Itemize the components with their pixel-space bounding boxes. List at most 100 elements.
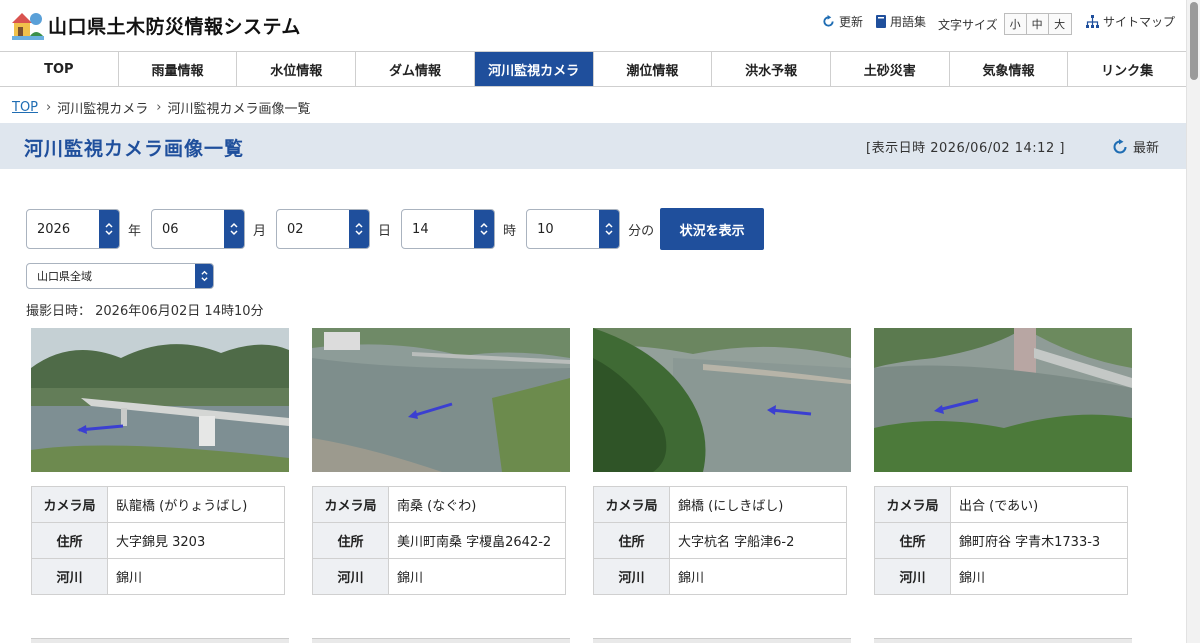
river-label: 河川 bbox=[593, 558, 670, 595]
sitemap-link[interactable]: サイトマップ bbox=[1086, 13, 1175, 30]
month-value: 06 bbox=[162, 221, 179, 237]
nav-item-top[interactable]: TOP bbox=[0, 52, 119, 86]
book-icon bbox=[876, 15, 886, 28]
updown-arrow-icon bbox=[349, 210, 370, 248]
river-value: 錦川 bbox=[950, 558, 1128, 595]
month-select[interactable]: 06 bbox=[151, 209, 246, 249]
river-label: 河川 bbox=[874, 558, 951, 595]
hour-value: 14 bbox=[412, 221, 429, 237]
camera-info-table: カメラ局 出合 (であい) 住所 錦町府谷 字青木1733-3 河川 錦川 bbox=[874, 486, 1128, 595]
font-size-label: 文字サイズ bbox=[938, 17, 998, 32]
station-label: カメラ局 bbox=[312, 486, 389, 523]
main-nav: TOP 雨量情報 水位情報 ダム情報 河川監視カメラ 潮位情報 洪水予報 土砂災… bbox=[0, 51, 1187, 87]
breadcrumb-top-link[interactable]: TOP bbox=[12, 100, 38, 115]
river-label: 河川 bbox=[312, 558, 389, 595]
font-size-control: 文字サイズ 小 中 大 bbox=[938, 13, 1072, 35]
address-value: 大字杭名 字船津6-2 bbox=[669, 522, 847, 559]
font-size-small-button[interactable]: 小 bbox=[1004, 14, 1027, 34]
updown-arrow-icon bbox=[224, 210, 245, 248]
nav-item-weather[interactable]: 気象情報 bbox=[949, 52, 1069, 86]
station-name: 出合 (であい) bbox=[950, 486, 1128, 523]
camera-image-nagowa[interactable] bbox=[312, 328, 570, 472]
day-select[interactable]: 02 bbox=[276, 209, 371, 249]
hour-unit: 時 bbox=[503, 223, 517, 239]
scrollbar-thumb[interactable] bbox=[1190, 2, 1198, 80]
station-name: 錦橋 (にしきばし) bbox=[669, 486, 847, 523]
station-label: カメラ局 bbox=[874, 486, 951, 523]
camera-card-next-row bbox=[874, 638, 1132, 643]
station-label: カメラ局 bbox=[593, 486, 670, 523]
camera-info-table: カメラ局 南桑 (なぐわ) 住所 美川町南桑 字榎畠2642-2 河川 錦川 bbox=[312, 486, 566, 595]
updown-arrow-icon bbox=[474, 210, 495, 248]
camera-image-deai[interactable] bbox=[874, 328, 1132, 472]
day-value: 02 bbox=[287, 221, 304, 237]
address-label: 住所 bbox=[312, 522, 389, 559]
address-value: 錦町府谷 字青木1733-3 bbox=[950, 522, 1128, 559]
nav-item-water-level[interactable]: 水位情報 bbox=[237, 52, 357, 86]
chevron-right-icon: › bbox=[46, 100, 52, 115]
page-title-band: 河川監視カメラ画像一覧 [表示日時 2026/06/02 14:12 ] 最新 bbox=[0, 123, 1186, 169]
address-label: 住所 bbox=[874, 522, 951, 559]
vertical-scrollbar[interactable] bbox=[1186, 0, 1200, 643]
refresh-icon bbox=[823, 15, 834, 27]
nav-item-landslide[interactable]: 土砂災害 bbox=[830, 52, 950, 86]
font-size-large-button[interactable]: 大 bbox=[1048, 14, 1071, 34]
day-unit: 日 bbox=[378, 223, 392, 239]
glossary-link[interactable]: 用語集 bbox=[876, 13, 926, 30]
station-label: カメラ局 bbox=[31, 486, 108, 523]
year-unit: 年 bbox=[128, 223, 142, 239]
nav-item-dam[interactable]: ダム情報 bbox=[356, 52, 475, 86]
camera-card: カメラ局 臥龍橋 (がりょうばし) 住所 大字錦見 3203 河川 錦川 bbox=[31, 328, 289, 595]
camera-info-table: カメラ局 錦橋 (にしきばし) 住所 大字杭名 字船津6-2 河川 錦川 bbox=[593, 486, 847, 595]
chevron-right-icon: › bbox=[156, 100, 162, 115]
update-link[interactable]: 更新 bbox=[822, 13, 863, 30]
show-status-button[interactable]: 状況を表示 bbox=[660, 208, 765, 250]
latest-label: 最新 bbox=[1133, 141, 1160, 156]
breadcrumb: TOP › 河川監視カメラ › 河川監視カメラ画像一覧 bbox=[12, 98, 310, 117]
updown-arrow-icon bbox=[195, 264, 213, 288]
station-name: 臥龍橋 (がりょうばし) bbox=[107, 486, 285, 523]
display-time: [表示日時 2026/06/02 14:12 ] bbox=[866, 141, 1065, 156]
prefecture-logo-icon[interactable] bbox=[12, 8, 44, 42]
updown-arrow-icon bbox=[99, 210, 119, 248]
sitemap-label: サイトマップ bbox=[1103, 15, 1176, 29]
site-title[interactable]: 山口県土木防災情報システム bbox=[48, 12, 301, 39]
camera-image-garyobashi[interactable] bbox=[31, 328, 289, 472]
river-value: 錦川 bbox=[107, 558, 285, 595]
refresh-icon bbox=[1113, 138, 1127, 153]
station-name: 南桑 (なぐわ) bbox=[388, 486, 566, 523]
nav-item-rainfall[interactable]: 雨量情報 bbox=[118, 52, 238, 86]
site-header: 山口県土木防災情報システム 更新 用語集 文字サイズ 小 中 大 サイトマップ bbox=[0, 0, 1186, 50]
capture-time: 撮影日時： 2026年06月02日 14時10分 bbox=[26, 304, 264, 319]
camera-card: カメラ局 錦橋 (にしきばし) 住所 大字杭名 字船津6-2 河川 錦川 bbox=[593, 328, 851, 595]
minute-select[interactable]: 10 bbox=[526, 209, 621, 249]
year-select[interactable]: 2026 bbox=[26, 209, 120, 249]
river-value: 錦川 bbox=[669, 558, 847, 595]
nav-item-flood-forecast[interactable]: 洪水予報 bbox=[712, 52, 831, 86]
address-value: 大字錦見 3203 bbox=[107, 522, 285, 559]
sitemap-icon bbox=[1086, 15, 1099, 28]
river-value: 錦川 bbox=[388, 558, 566, 595]
area-value: 山口県全域 bbox=[37, 270, 92, 283]
font-size-buttons: 小 中 大 bbox=[1003, 13, 1072, 35]
address-label: 住所 bbox=[593, 522, 670, 559]
font-size-medium-button[interactable]: 中 bbox=[1026, 14, 1049, 34]
river-label: 河川 bbox=[31, 558, 108, 595]
nav-item-tide[interactable]: 潮位情報 bbox=[593, 52, 713, 86]
camera-image-nishikibashi[interactable] bbox=[593, 328, 851, 472]
nav-item-river-camera[interactable]: 河川監視カメラ bbox=[474, 52, 594, 86]
nav-item-links[interactable]: リンク集 bbox=[1068, 52, 1187, 86]
camera-card-next-row bbox=[31, 638, 289, 643]
datetime-form: 2026 年 06 月 02 日 14 時 10 分の 状況を表示 bbox=[26, 208, 765, 250]
address-label: 住所 bbox=[31, 522, 108, 559]
camera-info-table: カメラ局 臥龍橋 (がりょうばし) 住所 大字錦見 3203 河川 錦川 bbox=[31, 486, 285, 595]
breadcrumb-river-camera[interactable]: 河川監視カメラ bbox=[57, 98, 148, 117]
month-unit: 月 bbox=[253, 223, 267, 239]
latest-button[interactable]: 最新 bbox=[1112, 137, 1159, 156]
area-select[interactable]: 山口県全域 bbox=[26, 263, 214, 289]
hour-select[interactable]: 14 bbox=[401, 209, 496, 249]
year-value: 2026 bbox=[37, 221, 71, 237]
minute-value: 10 bbox=[537, 221, 554, 237]
update-label: 更新 bbox=[839, 15, 864, 29]
camera-card: カメラ局 出合 (であい) 住所 錦町府谷 字青木1733-3 河川 錦川 bbox=[874, 328, 1132, 595]
